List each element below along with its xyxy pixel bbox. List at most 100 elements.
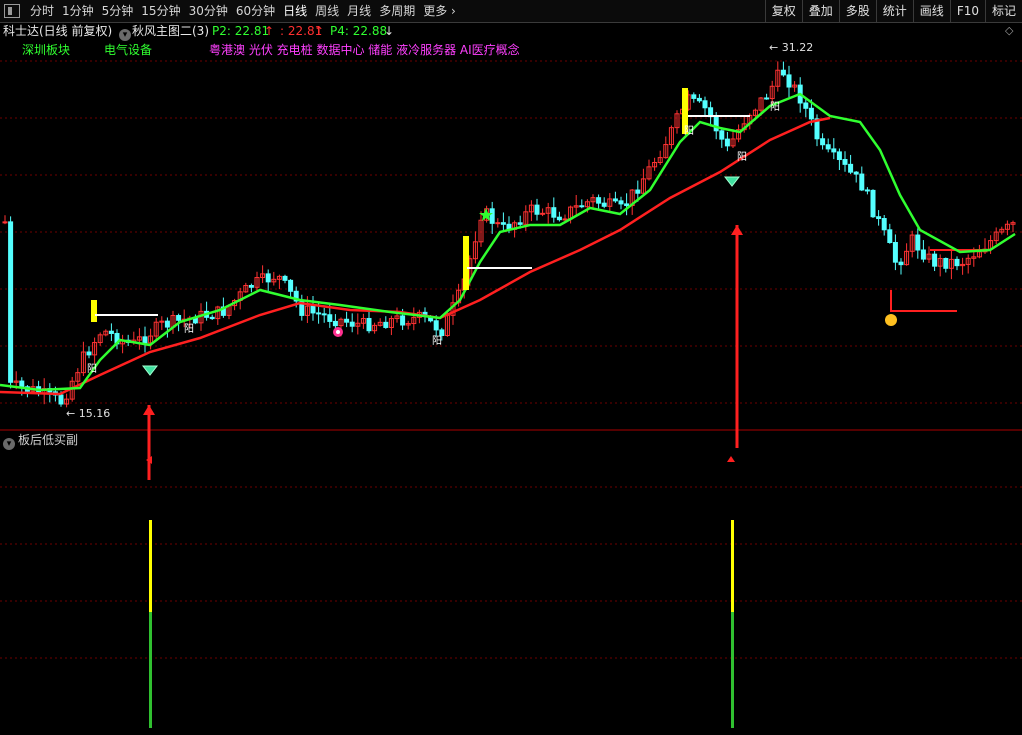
candle-body: [820, 138, 826, 146]
candle-body: [618, 200, 624, 205]
candle-body: [836, 151, 842, 161]
candle-body: [562, 218, 568, 221]
signal-bar: [91, 300, 97, 322]
diamond-marker-icon: [723, 176, 741, 187]
candle-body: [551, 207, 557, 218]
candle-body: [86, 351, 92, 356]
candle-body: [764, 97, 770, 100]
candle-body: [176, 315, 182, 321]
candle-body: [932, 253, 938, 267]
candle-body: [383, 321, 389, 328]
candle-body: [495, 222, 501, 225]
candle-body: [876, 216, 882, 220]
candle-body: [310, 305, 316, 314]
candle-body: [848, 163, 854, 173]
candle-body: [489, 208, 495, 224]
signal-bar: [463, 236, 469, 290]
candle-body: [696, 97, 702, 102]
yang-label: 阳: [684, 125, 694, 137]
candle-body: [596, 197, 602, 204]
yang-label: 阳: [184, 323, 194, 335]
candle-body: [881, 218, 887, 231]
candle-body: [8, 221, 14, 383]
candle-body: [825, 144, 831, 150]
candle-body: [366, 317, 372, 332]
candle-body: [624, 203, 630, 206]
candle-body: [808, 107, 814, 120]
candle-body: [864, 189, 870, 192]
candle-body: [316, 312, 322, 315]
candle-body: [248, 284, 254, 288]
candle-body: [282, 275, 288, 281]
kline-chart-canvas[interactable]: ← 31.22← 15.16阳阳阳阳阳阳: [0, 0, 1022, 735]
candle-body: [853, 171, 859, 175]
candle-body: [831, 148, 837, 153]
diamond-marker-icon: [141, 365, 159, 376]
candle-body: [517, 222, 523, 225]
candle-body: [327, 314, 333, 322]
candle-body: [719, 130, 725, 140]
candle-body: [842, 159, 848, 165]
yang-label: 阳: [432, 335, 442, 347]
sub-signal-bar-yellow: [731, 520, 734, 612]
candle-body: [344, 318, 350, 323]
candle-body: [58, 394, 64, 405]
candle-body: [265, 273, 271, 283]
candle-body: [954, 258, 960, 267]
candle-body: [540, 212, 546, 215]
candle-body: [887, 229, 893, 243]
buy-signal-arrowhead: [731, 225, 743, 235]
candle-body: [332, 320, 338, 327]
smiley-icon: [885, 314, 897, 326]
yang-label: 阳: [737, 151, 747, 163]
sub-panel-header: ▾ 板后低买副: [0, 431, 79, 450]
candle-body: [321, 313, 327, 316]
candle-body: [724, 138, 730, 147]
candle-body: [433, 320, 439, 331]
candle-body: [108, 330, 114, 334]
candle-body: [534, 204, 540, 215]
candle-body: [612, 198, 618, 202]
candle-body: [892, 241, 898, 263]
candle-body: [691, 94, 697, 99]
small-arrow-marker: [727, 456, 735, 462]
candle-body: [209, 316, 215, 320]
candle-body: [400, 315, 406, 326]
candle-body: [780, 69, 786, 76]
candle-body: [920, 249, 926, 260]
candle-body: [288, 279, 294, 292]
sub-signal-bar-green: [731, 612, 734, 728]
candle-body: [2, 221, 8, 224]
high-price-label: ← 31.22: [769, 41, 813, 54]
candle-body: [713, 116, 719, 132]
candle-body: [803, 102, 809, 109]
candle-body: [898, 261, 904, 266]
candle-body: [439, 329, 445, 336]
flower-marker-center: [336, 330, 340, 334]
candle-body: [19, 380, 25, 388]
candle-body: [579, 205, 585, 208]
buy-signal-arrowhead: [143, 405, 155, 415]
candle-body: [915, 234, 921, 251]
candle-body: [635, 189, 641, 194]
candle-body: [943, 257, 949, 269]
candle-body: [601, 202, 607, 207]
ma-green-line: [0, 92, 1016, 392]
candle-body: [556, 216, 562, 221]
sub-signal-bar-green: [149, 612, 152, 728]
sub-signal-bar-yellow: [149, 520, 152, 612]
candle-body: [349, 321, 355, 327]
ma-red-line: [0, 116, 831, 396]
candle-body: [164, 320, 170, 328]
yang-label: 阳: [770, 101, 780, 113]
candle-body: [142, 336, 148, 344]
candle-body: [786, 74, 792, 88]
yang-label: 阳: [87, 363, 97, 375]
candle-body: [500, 222, 506, 225]
sub-panel-title: 板后低买副: [18, 433, 79, 447]
candle-body: [702, 100, 708, 109]
sub-panel-dropdown-icon[interactable]: ▾: [3, 438, 15, 450]
low-price-label: ← 15.16: [66, 407, 110, 420]
candle-body: [859, 173, 865, 191]
candle-body: [870, 189, 876, 218]
